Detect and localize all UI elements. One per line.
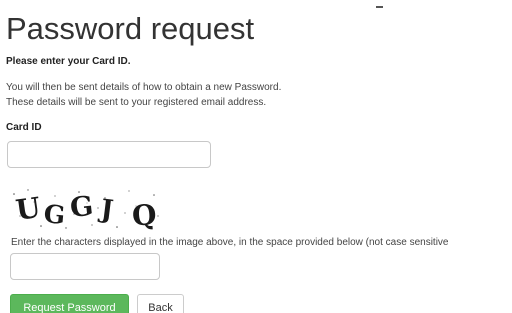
- captcha-image: U G G J Q: [13, 189, 159, 232]
- page-title: Password request: [6, 11, 255, 46]
- captcha-char-1: U: [14, 191, 43, 227]
- captcha-char-3: G: [69, 191, 95, 224]
- info-text-line-2: These details will be sent to your regis…: [6, 97, 267, 108]
- info-text-line-1: You will then be sent details of how to …: [6, 82, 282, 93]
- top-edge-mark: [376, 6, 383, 8]
- captcha-input[interactable]: [10, 253, 160, 280]
- back-button[interactable]: Back: [137, 294, 184, 313]
- captcha-char-5: Q: [131, 198, 158, 232]
- captcha-char-2: G: [43, 199, 67, 230]
- request-password-button[interactable]: Request Password: [10, 294, 129, 313]
- captcha-instruction: Enter the characters displayed in the im…: [11, 237, 449, 248]
- instruction-text: Please enter your Card ID.: [6, 56, 131, 67]
- captcha-char-4: J: [97, 194, 115, 226]
- card-id-input[interactable]: [7, 141, 211, 168]
- card-id-label: Card ID: [6, 122, 42, 133]
